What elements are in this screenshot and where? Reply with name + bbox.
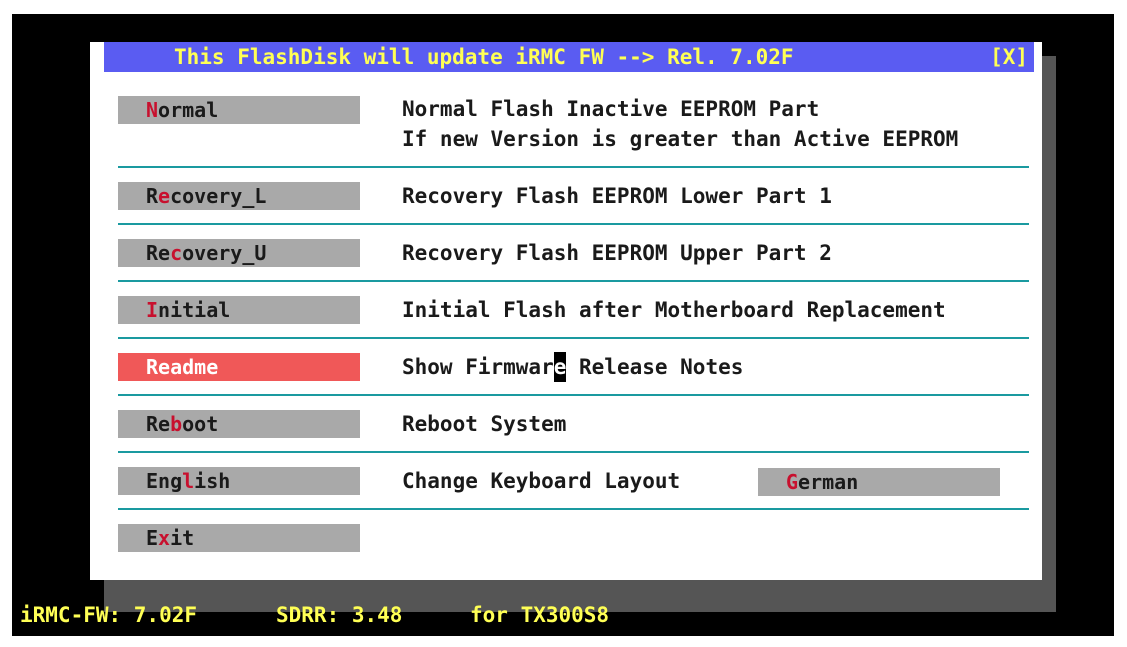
reboot-button[interactable]: Reboot [118, 410, 360, 438]
target-system: for TX300S8 [470, 603, 610, 627]
title-bar: This FlashDisk will update iRMC FW --> R… [104, 42, 1034, 72]
separator [118, 508, 1029, 510]
normal-button[interactable]: Normal [118, 96, 360, 124]
dialog-title: This FlashDisk will update iRMC FW --> R… [174, 45, 794, 69]
firmware-version: iRMC-FW: 7.02F [20, 603, 198, 627]
hotkey-letter: I [146, 298, 159, 322]
recovery-u-description: Recovery Flash EEPROM Upper Part 2 [402, 241, 832, 265]
btn-text: ish [194, 469, 231, 493]
hotkey-letter: x [158, 526, 171, 550]
initial-button[interactable]: Initial [118, 296, 360, 324]
exit-button[interactable]: Exit [118, 524, 360, 552]
separator [118, 223, 1029, 225]
hotkey-letter: e [158, 184, 171, 208]
btn-text: overy_U [182, 241, 267, 265]
hotkey-letter: c [170, 241, 183, 265]
recovery-l-button[interactable]: Recovery_L [118, 182, 360, 210]
keyboard-layout-description: Change Keyboard Layout [402, 469, 681, 493]
separator [118, 337, 1029, 339]
btn-text: ormal [158, 98, 219, 122]
btn-text: Re [146, 412, 171, 436]
btn-text: E [146, 526, 159, 550]
readme-description: Show Firmware Release Notes [402, 352, 743, 382]
close-button[interactable]: [X] [990, 42, 1028, 72]
separator [118, 394, 1029, 396]
btn-text: R [146, 184, 159, 208]
separator [118, 280, 1029, 282]
recovery-u-button[interactable]: Recovery_U [118, 239, 360, 267]
initial-description: Initial Flash after Motherboard Replacem… [402, 298, 946, 322]
btn-text: Eng [146, 469, 183, 493]
desc-text: Show Firmwar [402, 355, 554, 379]
german-button[interactable]: German [758, 468, 1000, 496]
btn-text: oot [182, 412, 219, 436]
sdrr-version: SDRR: 3.48 [276, 603, 403, 627]
btn-text: erman [798, 470, 859, 494]
english-button[interactable]: English [118, 467, 360, 495]
hotkey-letter: N [146, 98, 159, 122]
btn-text: Re [146, 241, 171, 265]
separator [118, 166, 1029, 168]
normal-description-line2: If new Version is greater than Active EE… [402, 127, 959, 151]
readme-button[interactable]: Readme [118, 353, 360, 381]
flash-dialog: This FlashDisk will update iRMC FW --> R… [90, 42, 1042, 580]
hotkey-letter: l [182, 469, 195, 493]
separator [118, 451, 1029, 453]
reboot-description: Reboot System [402, 412, 567, 436]
desc-text: Release Notes [566, 355, 744, 379]
recovery-l-description: Recovery Flash EEPROM Lower Part 1 [402, 184, 832, 208]
hotkey-letter: b [170, 412, 183, 436]
btn-text: nitial [158, 298, 231, 322]
normal-description-line1: Normal Flash Inactive EEPROM Part [402, 97, 820, 121]
btn-text: it [170, 526, 195, 550]
text-cursor: e [553, 352, 567, 382]
btn-text: covery_L [170, 184, 267, 208]
hotkey-letter: G [786, 470, 799, 494]
